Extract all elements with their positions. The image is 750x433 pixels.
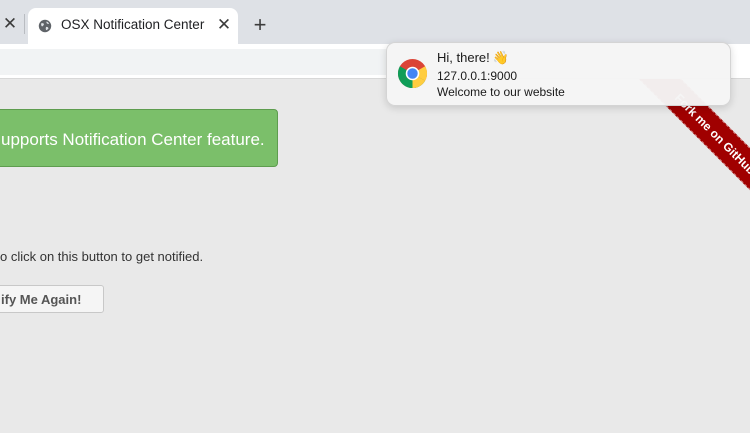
notification-body: Welcome to our website xyxy=(437,85,565,99)
tab-osx-notification-center[interactable]: OSX Notification Center ✕ xyxy=(28,8,238,44)
notify-button-label: ify Me Again! xyxy=(1,292,82,307)
system-notification[interactable]: Hi, there! 👋 127.0.0.1:9000 Welcome to ou… xyxy=(386,42,731,106)
notification-title: Hi, there! 👋 xyxy=(437,50,509,66)
close-icon[interactable]: ✕ xyxy=(0,10,20,38)
hint-text: o click on this button to get notified. xyxy=(0,249,204,264)
chrome-icon xyxy=(397,58,428,89)
tab-separator xyxy=(24,14,25,34)
notify-me-again-button[interactable]: ify Me Again! xyxy=(0,285,104,313)
notification-title-text: Hi, there! xyxy=(437,50,490,65)
close-icon[interactable]: ✕ xyxy=(212,13,236,37)
success-alert: upports Notification Center feature. xyxy=(0,109,278,167)
waving-hand-icon: 👋 xyxy=(492,50,509,65)
tab-title: OSX Notification Center xyxy=(61,17,205,32)
notification-host: 127.0.0.1:9000 xyxy=(437,69,518,83)
globe-icon xyxy=(38,19,52,33)
new-tab-button[interactable]: + xyxy=(247,12,273,38)
tab-bar: ✕ OSX Notification Center ✕ + xyxy=(0,0,750,44)
success-alert-text: upports Notification Center feature. xyxy=(1,130,265,149)
